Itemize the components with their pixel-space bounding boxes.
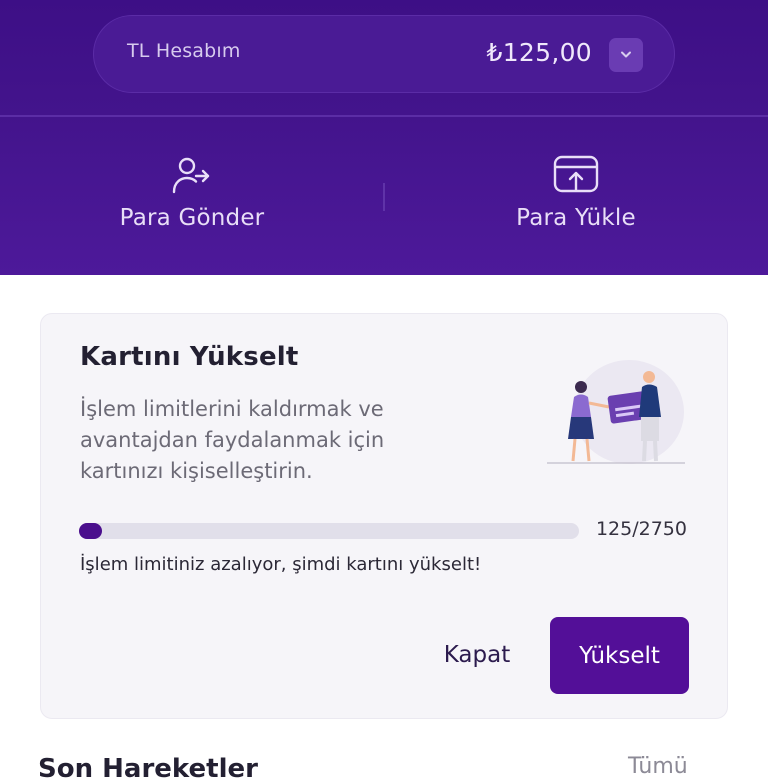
header-divider — [0, 115, 768, 117]
close-button[interactable]: Kapat — [427, 642, 527, 668]
load-money-button[interactable]: Para Yükle — [384, 155, 768, 255]
load-money-label: Para Yükle — [516, 205, 636, 231]
send-money-button[interactable]: Para Gönder — [0, 155, 384, 255]
account-balance: ₺125,00 — [486, 38, 592, 67]
send-money-label: Para Gönder — [119, 205, 265, 231]
recent-transactions-title: Son Hareketler — [38, 754, 258, 784]
upgrade-card-title: Kartını Yükselt — [80, 342, 299, 372]
card-upgrade-illustration — [547, 360, 685, 464]
account-selector[interactable]: TL Hesabım ₺125,00 — [93, 15, 675, 93]
upload-card-icon — [553, 155, 599, 193]
upgrade-card-description: İşlem limitlerini kaldırmak ve avantajda… — [80, 397, 385, 483]
account-header: TL Hesabım ₺125,00 Para Gönder Para Yükl… — [0, 0, 768, 275]
user-send-icon — [172, 157, 210, 194]
see-all-link[interactable]: Tümü — [628, 754, 688, 779]
limit-warning-text: İşlem limitiniz azalıyor, şimdi kartını … — [80, 554, 482, 575]
account-name: TL Hesabım — [127, 40, 241, 62]
upgrade-button[interactable]: Yükselt — [550, 617, 689, 694]
limit-progress-fill — [79, 523, 102, 539]
chevron-down-icon[interactable] — [609, 38, 643, 72]
upgrade-card: Kartını Yükselt İşlem limitlerini kaldır… — [40, 313, 728, 719]
limit-progress-bar — [79, 523, 579, 539]
limit-progress-text: 125/2750 — [595, 518, 687, 540]
